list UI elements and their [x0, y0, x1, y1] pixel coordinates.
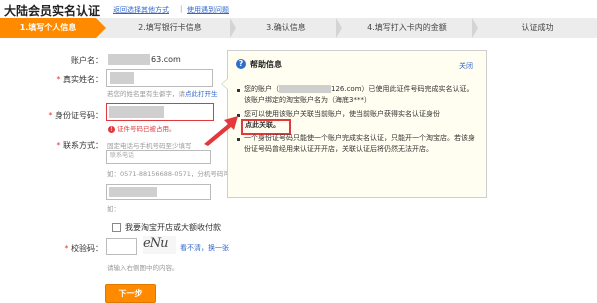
- step-3: 3.确认信息: [236, 18, 342, 38]
- link-account-link[interactable]: 点此关联。: [245, 120, 280, 131]
- help-popup: ? 帮助信息 关闭 您的账户（ 126.com）已使用此证件号码完成实名认证。该账…: [227, 50, 487, 198]
- real-name-input[interactable]: [106, 69, 213, 87]
- popup-pointer-inner-icon: [222, 79, 228, 89]
- captcha-label: * 校验码：: [64, 244, 103, 253]
- rare-char-link[interactable]: 点此打开生: [185, 90, 218, 98]
- return-other-method-link[interactable]: 返回选择其他方式: [113, 5, 169, 15]
- header-link-separator: |: [180, 5, 183, 13]
- next-step-button[interactable]: 下一步: [105, 284, 156, 303]
- account-label: 账户名：: [71, 56, 103, 65]
- real-name-hint: 若您的姓名里有生僻字，请点此打开生: [107, 90, 218, 98]
- captcha-input[interactable]: [106, 238, 137, 255]
- captcha-refresh-link[interactable]: 看不清，换一张: [180, 243, 229, 253]
- help-account-redacted: [279, 85, 331, 93]
- mobile-redacted: [109, 187, 157, 197]
- step-5: 认证成功: [478, 18, 597, 38]
- open-shop-label: 我要淘宝开店或大额收付款: [125, 223, 221, 232]
- captcha-hint: 请输入右侧图中的内容。: [107, 264, 179, 272]
- red-arrow-icon: [204, 116, 238, 146]
- real-name-label: * 真实姓名：: [56, 75, 103, 84]
- step-2: 2.填写银行卡信息: [110, 18, 236, 38]
- contact-label: * 联系方式：: [56, 141, 103, 150]
- open-shop-checkbox[interactable]: [112, 223, 121, 232]
- id-number-redacted: [109, 106, 164, 118]
- help-item-one-id-rule: 一个身份证号码只能使一个账户完成实名认证，只能开一个淘宝店。若该身份证号码曾经用…: [244, 134, 475, 153]
- id-number-error: ! 证件号码已被占用。: [108, 123, 176, 133]
- help-info-icon: ?: [236, 59, 246, 69]
- phone-input[interactable]: 联系电话: [106, 150, 211, 164]
- step-2-label: 2.填写银行卡信息: [138, 23, 202, 32]
- step-1: 1.填写个人信息: [0, 18, 106, 38]
- step-arrow-icon: [96, 18, 106, 38]
- mobile-input[interactable]: [106, 184, 211, 200]
- step-3-label: 3.确认信息: [266, 23, 306, 32]
- captcha-image: eNu: [143, 236, 176, 254]
- id-number-input[interactable]: [106, 103, 214, 121]
- phone-placeholder: 联系电话: [110, 152, 135, 159]
- help-close-link[interactable]: 关闭: [459, 61, 473, 71]
- account-name-value: 63.com: [151, 55, 181, 64]
- problem-help-link[interactable]: 使用遇到问题: [187, 5, 229, 15]
- page-title: 大陆会员实名认证: [4, 4, 101, 18]
- id-number-label: * 身份证号码：: [48, 111, 103, 120]
- step-1-label: 1.填写个人信息: [19, 23, 77, 32]
- help-item-account-used: 您的账户（ 126.com）已使用此证件号码完成实名认证。该账户绑定的淘宝账户名为…: [244, 85, 474, 104]
- mobile-hint: 如：: [107, 205, 120, 213]
- real-name-redacted: [110, 72, 134, 84]
- contact-hint: 固定电话与手机号码至少填写: [107, 142, 192, 150]
- step-4-label: 4.填写打入卡内的金额: [367, 23, 447, 32]
- step-5-label: 认证成功: [521, 23, 554, 32]
- step-4: 4.填写打入卡内的金额: [342, 18, 478, 38]
- account-name-redacted: [108, 54, 150, 65]
- error-icon: !: [108, 125, 115, 133]
- progress-steps: 1.填写个人信息 2.填写银行卡信息 3.确认信息 4.填写打入卡内的金额 认证…: [0, 18, 597, 38]
- help-title: 帮助信息: [250, 60, 282, 69]
- bullet-icon: [237, 89, 240, 92]
